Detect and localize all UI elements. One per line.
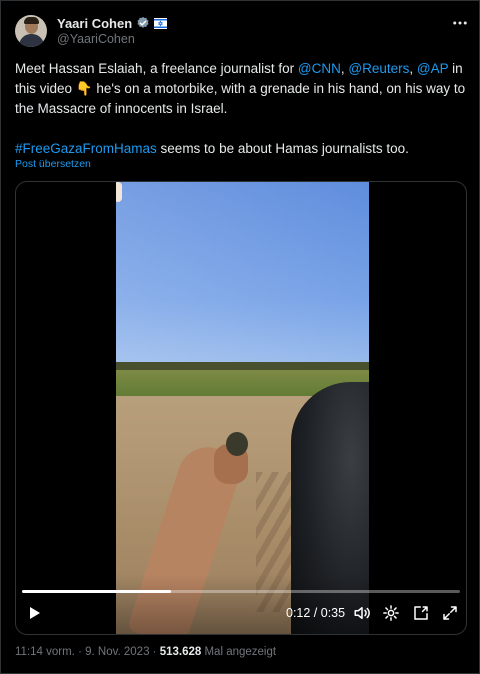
more-options-icon[interactable] <box>451 14 469 32</box>
tweet-paragraph-1: Meet Hassan Eslaiah, a freelance journal… <box>15 59 467 119</box>
translate-post-link[interactable]: Post übersetzen <box>15 158 91 170</box>
fullscreen-button[interactable] <box>440 603 460 623</box>
tweet-time[interactable]: 11:14 vorm. <box>15 646 75 658</box>
fullscreen-icon <box>443 606 457 620</box>
avatar-hair <box>24 17 39 24</box>
tweet-date[interactable]: 9. Nov. 2023 <box>85 646 149 658</box>
verified-badge-icon[interactable] <box>136 16 150 30</box>
video-grenade <box>226 432 248 456</box>
tweet-paragraph-2: #FreeGazaFromHamas seems to be about Ham… <box>15 139 467 159</box>
view-count: 513.628 <box>159 646 202 658</box>
video-frame[interactable] <box>116 182 369 634</box>
meta-separator: · <box>74 646 86 658</box>
avatar-body <box>19 34 44 47</box>
author-display-name[interactable]: Yaari Cohen <box>57 16 132 31</box>
video-progress-bar[interactable] <box>22 590 460 593</box>
pop-out-button[interactable] <box>411 603 431 623</box>
meta-separator: · <box>149 646 160 658</box>
video-time: 0:12 / 0:35 <box>286 606 346 620</box>
author-name-row: Yaari Cohen <box>57 14 168 32</box>
israel-flag-icon <box>154 17 168 29</box>
tweet-text-separator: , <box>409 61 417 76</box>
video-player[interactable]: 0:12 / 0:35 <box>15 181 467 635</box>
play-button[interactable] <box>24 603 44 623</box>
play-icon <box>30 607 40 619</box>
mention-cnn-link[interactable]: @CNN <box>298 61 341 76</box>
view-count-label: Mal angezeigt <box>201 646 277 658</box>
avatar[interactable] <box>15 15 47 47</box>
mention-ap-link[interactable]: @AP <box>417 61 448 76</box>
video-progress-fill <box>22 590 171 593</box>
tweet-text-intro: Meet Hassan Eslaiah, a freelance journal… <box>15 61 298 76</box>
tweet-text-closing: seems to be about Hamas journalists too. <box>156 141 409 156</box>
gear-icon <box>383 605 399 621</box>
video-light-flare <box>116 182 122 202</box>
tweet-card: Yaari Cohen @YaariCohen Meet Hassan Esla… <box>0 0 480 674</box>
settings-button[interactable] <box>381 603 401 623</box>
mention-reuters-link[interactable]: @Reuters <box>348 61 409 76</box>
pop-out-icon <box>414 606 428 620</box>
tweet-text: Meet Hassan Eslaiah, a freelance journal… <box>15 59 467 159</box>
volume-icon <box>354 607 370 619</box>
tweet-meta: 11:14 vorm. · 9. Nov. 2023 · 513.628 Mal… <box>15 646 276 658</box>
author-handle[interactable]: @YaariCohen <box>57 32 135 46</box>
hashtag-link[interactable]: #FreeGazaFromHamas <box>15 141 157 156</box>
video-controls: 0:12 / 0:35 <box>16 600 466 626</box>
volume-button[interactable] <box>352 603 372 623</box>
